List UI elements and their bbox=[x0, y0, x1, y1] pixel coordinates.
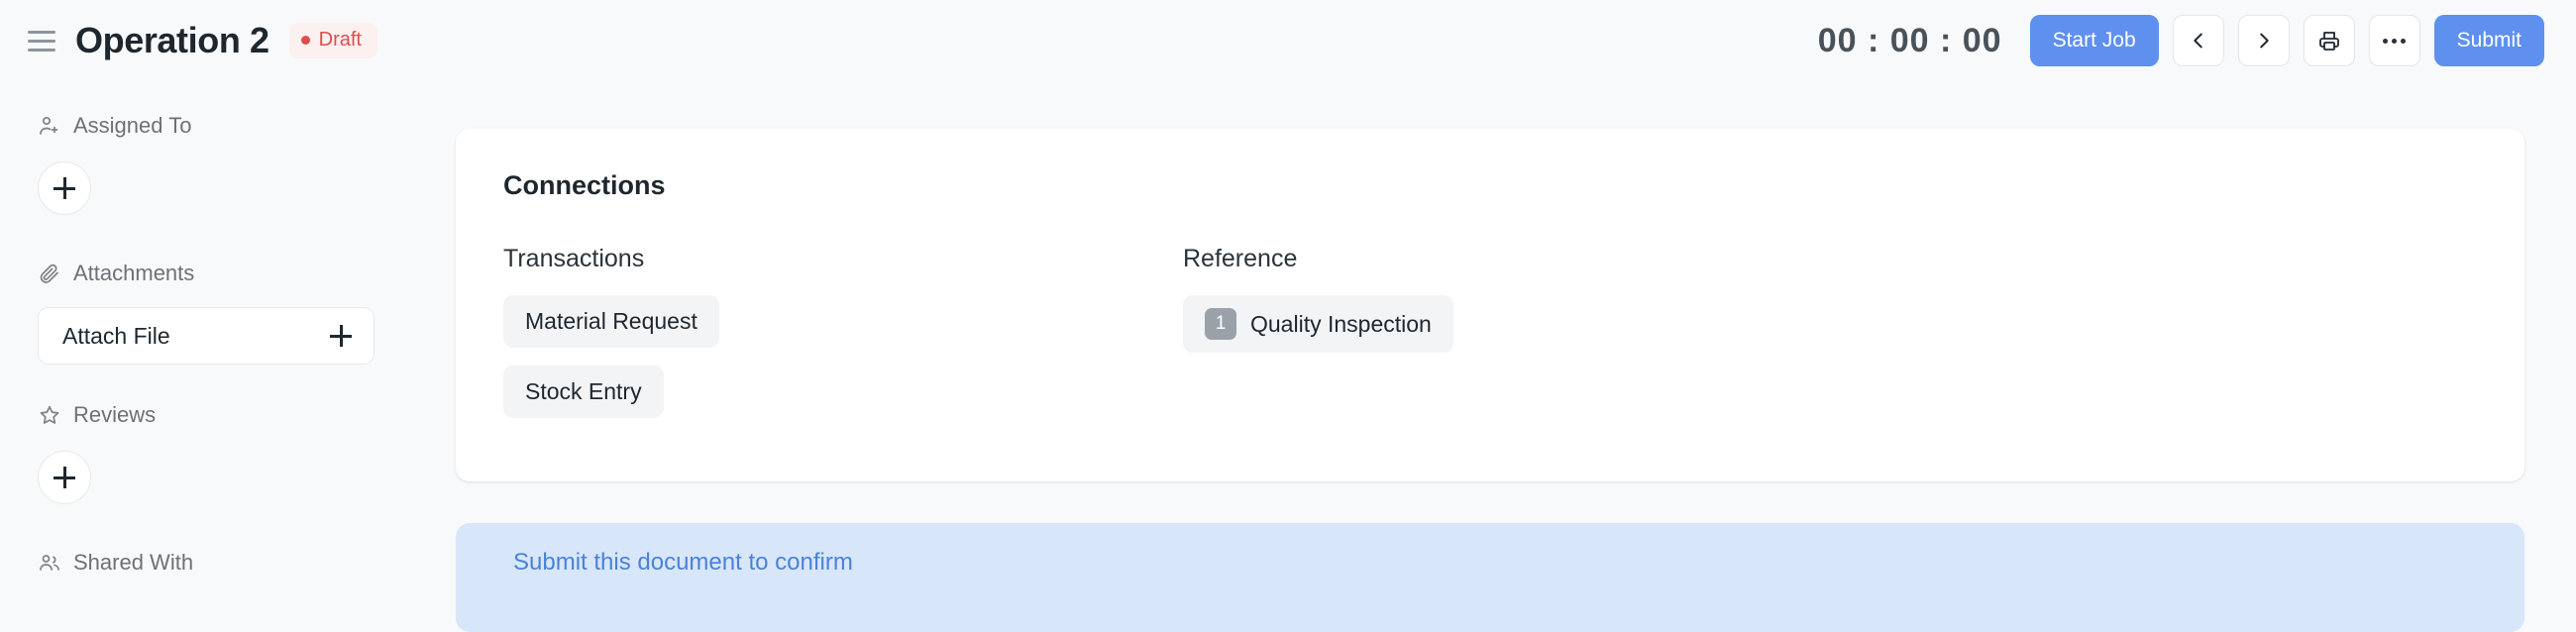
more-options-button[interactable] bbox=[2368, 15, 2420, 66]
connections-group-reference: Reference 1 Quality Inspection bbox=[1183, 245, 1863, 436]
connection-link-label: Quality Inspection bbox=[1250, 310, 1432, 337]
users-icon bbox=[38, 551, 61, 575]
user-plus-icon bbox=[38, 114, 61, 138]
connections-group-transactions: Transactions Material Request Stock Entr… bbox=[503, 245, 1183, 436]
connections-group-label: Reference bbox=[1183, 245, 1298, 272]
connection-link-label: Stock Entry bbox=[525, 378, 642, 404]
sidebar-section-label: Reviews bbox=[73, 402, 157, 427]
paperclip-icon bbox=[38, 262, 61, 285]
job-timer: 00 : 00 : 00 bbox=[1817, 21, 2002, 59]
connection-link-stock-entry[interactable]: Stock Entry bbox=[503, 366, 664, 418]
sidebar-section-header: Attachments bbox=[38, 255, 426, 292]
status-dot-icon bbox=[300, 36, 310, 45]
hamburger-bar bbox=[28, 48, 55, 52]
connection-link-row: Stock Entry bbox=[503, 366, 1183, 436]
ellipsis-icon bbox=[2383, 38, 2407, 44]
previous-document-button[interactable] bbox=[2172, 15, 2224, 66]
sidebar-section-header: Shared With bbox=[38, 544, 426, 581]
sidebar-section-reviews: Reviews bbox=[38, 396, 426, 504]
hamburger-icon[interactable] bbox=[28, 26, 57, 55]
status-badge: Draft bbox=[288, 23, 377, 58]
submit-hint-banner: Submit this document to confirm bbox=[456, 523, 2524, 632]
connection-link-quality-inspection[interactable]: 1 Quality Inspection bbox=[1183, 295, 1453, 353]
star-icon bbox=[38, 403, 61, 427]
connections-card: Connections Transactions Material Reques… bbox=[456, 129, 2524, 481]
app-header: Operation 2 Draft 00 : 00 : 00 Start Job bbox=[0, 0, 2576, 81]
sidebar-section-label: Attachments bbox=[73, 261, 195, 285]
submit-button[interactable]: Submit bbox=[2433, 15, 2544, 66]
plus-icon bbox=[330, 325, 352, 347]
attach-file-button[interactable]: Attach File bbox=[38, 307, 375, 365]
sidebar-section-attachments: Attachments Attach File bbox=[38, 255, 426, 365]
submit-hint-text: Submit this document to confirm bbox=[513, 549, 853, 576]
plus-icon bbox=[54, 467, 75, 488]
connection-link-label: Material Request bbox=[525, 308, 698, 334]
start-job-button[interactable]: Start Job bbox=[2029, 15, 2159, 66]
header-actions: 00 : 00 : 00 Start Job Submit bbox=[1818, 15, 2544, 66]
status-badge-label: Draft bbox=[318, 29, 362, 51]
printer-icon bbox=[2317, 29, 2341, 53]
print-button[interactable] bbox=[2303, 15, 2355, 66]
sidebar-section-assigned-to: Assigned To bbox=[38, 107, 426, 215]
sidebar-section-label: Shared With bbox=[73, 550, 194, 575]
connections-title: Connections bbox=[503, 170, 666, 200]
sidebar-section-header: Assigned To bbox=[38, 107, 426, 145]
connections-columns: Transactions Material Request Stock Entr… bbox=[503, 245, 2477, 436]
connection-link-row: 1 Quality Inspection bbox=[1183, 295, 1863, 370]
connections-group-label: Transactions bbox=[503, 245, 645, 272]
sidebar-section-header: Reviews bbox=[38, 396, 426, 434]
main-content: Connections Transactions Material Reques… bbox=[456, 81, 2576, 632]
sidebar-section-shared-with: Shared With bbox=[38, 544, 426, 581]
sidebar-section-label: Assigned To bbox=[73, 113, 192, 138]
page-title: Operation 2 bbox=[75, 20, 269, 60]
add-assignment-button[interactable] bbox=[38, 161, 91, 215]
connection-count-badge: 1 bbox=[1205, 308, 1236, 340]
sidebar: Assigned To Attachments Attach File Revi… bbox=[0, 81, 456, 602]
next-document-button[interactable] bbox=[2237, 15, 2290, 66]
chevron-right-icon bbox=[2253, 30, 2275, 52]
connection-link-row: Material Request bbox=[503, 295, 1183, 366]
chevron-left-icon bbox=[2188, 30, 2209, 52]
plus-icon bbox=[54, 177, 75, 199]
attach-file-label: Attach File bbox=[62, 322, 170, 349]
hamburger-bar bbox=[28, 30, 55, 34]
connection-link-material-request[interactable]: Material Request bbox=[503, 295, 719, 348]
add-review-button[interactable] bbox=[38, 451, 91, 504]
hamburger-bar bbox=[28, 39, 55, 43]
